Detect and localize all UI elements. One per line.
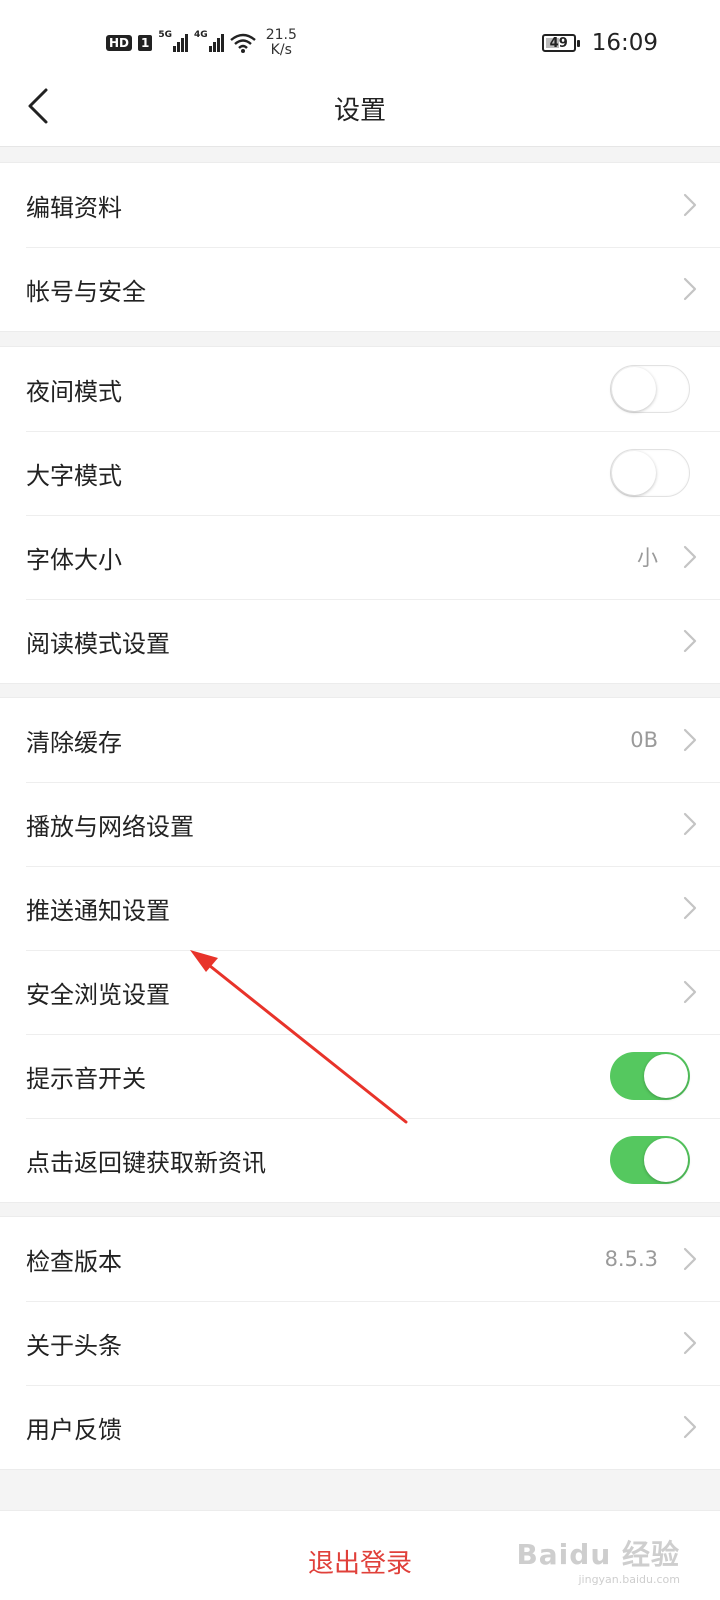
row-label: 编辑资料 — [26, 193, 122, 222]
settings-row-about[interactable]: 关于头条 — [0, 1301, 720, 1385]
settings-row-reading-mode[interactable]: 阅读模式设置 — [0, 599, 720, 683]
settings-row-push-notifications[interactable]: 推送通知设置 — [0, 866, 720, 950]
settings-row-back-refresh: 点击返回键获取新资讯 — [0, 1118, 720, 1202]
chevron-right-icon — [683, 277, 697, 301]
night-mode-toggle[interactable] — [610, 365, 690, 413]
chevron-right-icon — [683, 1415, 697, 1439]
settings-group-about: 检查版本 8.5.3 关于头条 用户反馈 — [0, 1216, 720, 1470]
signal-5g-icon: 5G — [158, 30, 189, 52]
settings-row-safe-browsing[interactable]: 安全浏览设置 — [0, 950, 720, 1034]
row-label: 关于头条 — [26, 1331, 122, 1360]
chevron-right-icon — [683, 1247, 697, 1271]
chevron-right-icon — [683, 728, 697, 752]
row-label: 提示音开关 — [26, 1064, 146, 1093]
large-text-mode-toggle[interactable] — [610, 449, 690, 497]
row-label: 帐号与安全 — [26, 277, 146, 306]
row-label: 点击返回键获取新资讯 — [26, 1148, 266, 1177]
settings-row-font-size[interactable]: 字体大小 小 — [0, 515, 720, 599]
toggle-knob — [612, 367, 656, 411]
row-label: 用户反馈 — [26, 1415, 122, 1444]
toggle-knob — [644, 1054, 688, 1098]
row-label: 推送通知设置 — [26, 896, 170, 925]
version-value: 8.5.3 — [604, 1247, 658, 1271]
settings-group-display: 夜间模式 大字模式 字体大小 小 阅读模式设置 — [0, 346, 720, 684]
signal-4g-icon: 4G — [194, 30, 224, 52]
row-label: 检查版本 — [26, 1247, 122, 1276]
row-label: 安全浏览设置 — [26, 980, 170, 1009]
toggle-knob — [644, 1138, 688, 1182]
network-speed: 21.5 K/s — [266, 28, 297, 58]
battery-icon: 49 — [541, 34, 580, 52]
back-refresh-toggle[interactable] — [610, 1136, 690, 1184]
settings-row-edit-profile[interactable]: 编辑资料 — [0, 163, 720, 247]
page-title: 设置 — [333, 96, 386, 126]
chevron-right-icon — [683, 629, 697, 653]
speed-value: 21.5 — [265, 27, 297, 43]
baidu-watermark: Baidu 经验 jingyan.baidu.com — [516, 1533, 680, 1586]
row-label: 大字模式 — [26, 461, 122, 490]
watermark-main: Baidu 经验 — [516, 1538, 680, 1571]
cache-size-value: 0B — [630, 728, 658, 752]
chevron-right-icon — [683, 193, 697, 217]
settings-row-large-text-mode: 大字模式 — [0, 431, 720, 515]
hd-badge: HD — [106, 35, 133, 51]
row-label: 字体大小 — [26, 545, 122, 574]
settings-row-night-mode: 夜间模式 — [0, 347, 720, 431]
row-label: 播放与网络设置 — [26, 812, 194, 841]
settings-row-account-security[interactable]: 帐号与安全 — [0, 247, 720, 331]
settings-row-sound-switch: 提示音开关 — [0, 1034, 720, 1118]
chevron-right-icon — [683, 812, 697, 836]
settings-row-check-version[interactable]: 检查版本 8.5.3 — [0, 1217, 720, 1301]
wifi-icon — [229, 33, 256, 53]
settings-row-feedback[interactable]: 用户反馈 — [0, 1385, 720, 1469]
watermark-sub: jingyan.baidu.com — [578, 1573, 680, 1586]
settings-row-playback-network[interactable]: 播放与网络设置 — [0, 782, 720, 866]
chevron-right-icon — [683, 896, 697, 920]
row-label: 清除缓存 — [26, 728, 122, 757]
font-size-value: 小 — [637, 546, 658, 570]
toggle-knob — [612, 451, 656, 495]
battery-level: 49 — [549, 35, 568, 51]
net1-label: 5G — [158, 30, 173, 40]
row-label: 夜间模式 — [26, 377, 122, 406]
chevron-right-icon — [683, 545, 697, 569]
settings-group-account: 编辑资料 帐号与安全 — [0, 162, 720, 332]
status-right: 49 16:09 — [541, 30, 658, 56]
net2-label: 4G — [194, 30, 208, 40]
chevron-right-icon — [683, 1331, 697, 1355]
settings-page: HD 1 5G 4G 21.5 K/s 49 16:09 设置 编辑资料 帐号与… — [0, 0, 720, 1600]
clock: 16:09 — [591, 30, 658, 56]
status-indicators: HD 1 5G 4G 21.5 K/s — [106, 28, 297, 58]
row-label: 阅读模式设置 — [26, 629, 170, 658]
speed-unit: K/s — [270, 42, 292, 58]
sound-switch-toggle[interactable] — [610, 1052, 690, 1100]
settings-row-clear-cache[interactable]: 清除缓存 0B — [0, 698, 720, 782]
chevron-right-icon — [683, 980, 697, 1004]
sim-badge: 1 — [138, 35, 153, 51]
nav-bar: 设置 — [0, 70, 720, 147]
settings-group-general: 清除缓存 0B 播放与网络设置 推送通知设置 安全浏览设置 提示音开关 点击返回… — [0, 697, 720, 1203]
